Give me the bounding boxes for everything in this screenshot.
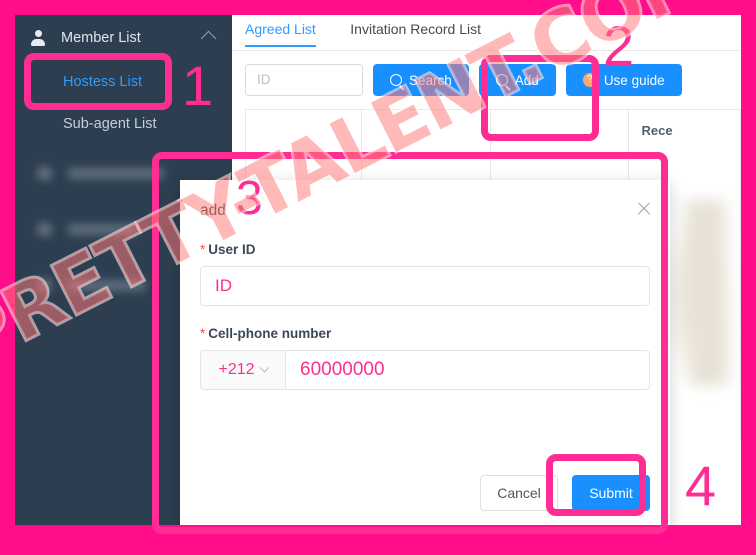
field-user-id: * User ID ID — [200, 242, 650, 306]
add-button-label: Add — [514, 72, 539, 88]
placeholder-label — [68, 279, 146, 291]
sidebar-item-hostess-list[interactable]: Hostess List — [15, 61, 232, 103]
modal-header: add — [180, 180, 670, 242]
use-guide-button-label: Use guide — [603, 72, 665, 88]
cell-phone-label-text: Cell-phone number — [208, 326, 332, 341]
application-window: Member List Hostess List Sub-agent List — [15, 15, 741, 525]
question-mark-icon: ? — [582, 73, 597, 87]
table-header-cell — [246, 110, 361, 152]
chevron-up-icon[interactable] — [200, 30, 217, 46]
phone-number-input[interactable]: 60000000 — [285, 350, 650, 390]
sidebar-item-label: Hostess List — [63, 74, 142, 90]
sidebar-group-label: Member List — [61, 30, 141, 46]
person-icon — [29, 29, 47, 47]
tab-invitation-record-list[interactable]: Invitation Record List — [350, 21, 481, 46]
search-button-label: Search — [409, 72, 452, 88]
placeholder-icon — [37, 277, 52, 293]
sidebar-item-label: Sub-agent List — [63, 116, 157, 132]
use-guide-button[interactable]: ? Use guide — [565, 64, 682, 96]
modal-body: * User ID ID * Cell-phone number +212 6000… — [180, 242, 670, 390]
sidebar-item-sub-agent-list[interactable]: Sub-agent List — [15, 103, 232, 145]
search-id-input[interactable]: ID — [245, 64, 363, 96]
placeholder-label — [68, 223, 138, 235]
sidebar-group-member-list[interactable]: Member List — [15, 15, 232, 61]
placeholder-icon — [37, 221, 52, 237]
table-header-cell — [362, 110, 490, 152]
placeholder-icon — [37, 165, 52, 181]
tab-bar: Agreed List Invitation Record List — [232, 15, 741, 51]
field-cell-phone: * Cell-phone number +212 60000000 — [200, 326, 650, 390]
required-marker: * — [200, 326, 206, 341]
search-button[interactable]: Search — [373, 64, 469, 96]
toolbar: ID Search Add ? Use guide — [232, 51, 741, 109]
country-code-select[interactable]: +212 — [200, 350, 285, 390]
phone-input-group: +212 60000000 — [200, 350, 650, 390]
screenshot-root: Member List Hostess List Sub-agent List — [0, 0, 756, 555]
table-header-cell — [491, 110, 628, 152]
magnifier-icon — [495, 74, 508, 86]
obscured-table-content — [672, 200, 732, 385]
country-code-value: +212 — [218, 361, 255, 378]
cell-phone-label: * Cell-phone number — [200, 326, 650, 341]
modal-footer: Cancel Submit — [480, 475, 650, 511]
modal-title: add — [200, 202, 226, 219]
user-id-label-text: User ID — [208, 242, 256, 257]
user-id-input[interactable]: ID — [200, 266, 650, 306]
cancel-button[interactable]: Cancel — [480, 475, 558, 511]
add-button[interactable]: Add — [478, 64, 556, 96]
submit-button[interactable]: Submit — [572, 475, 650, 511]
chevron-down-icon — [259, 362, 269, 373]
placeholder-label — [68, 167, 164, 179]
required-marker: * — [200, 242, 206, 257]
table-header-cell: Rece — [641, 123, 673, 138]
close-icon[interactable] — [636, 200, 652, 216]
tab-agreed-list[interactable]: Agreed List — [245, 21, 316, 47]
add-member-modal: add * User ID ID * Cell-phone number +21… — [180, 180, 670, 525]
magnifier-icon — [390, 74, 402, 86]
user-id-label: * User ID — [200, 242, 650, 257]
